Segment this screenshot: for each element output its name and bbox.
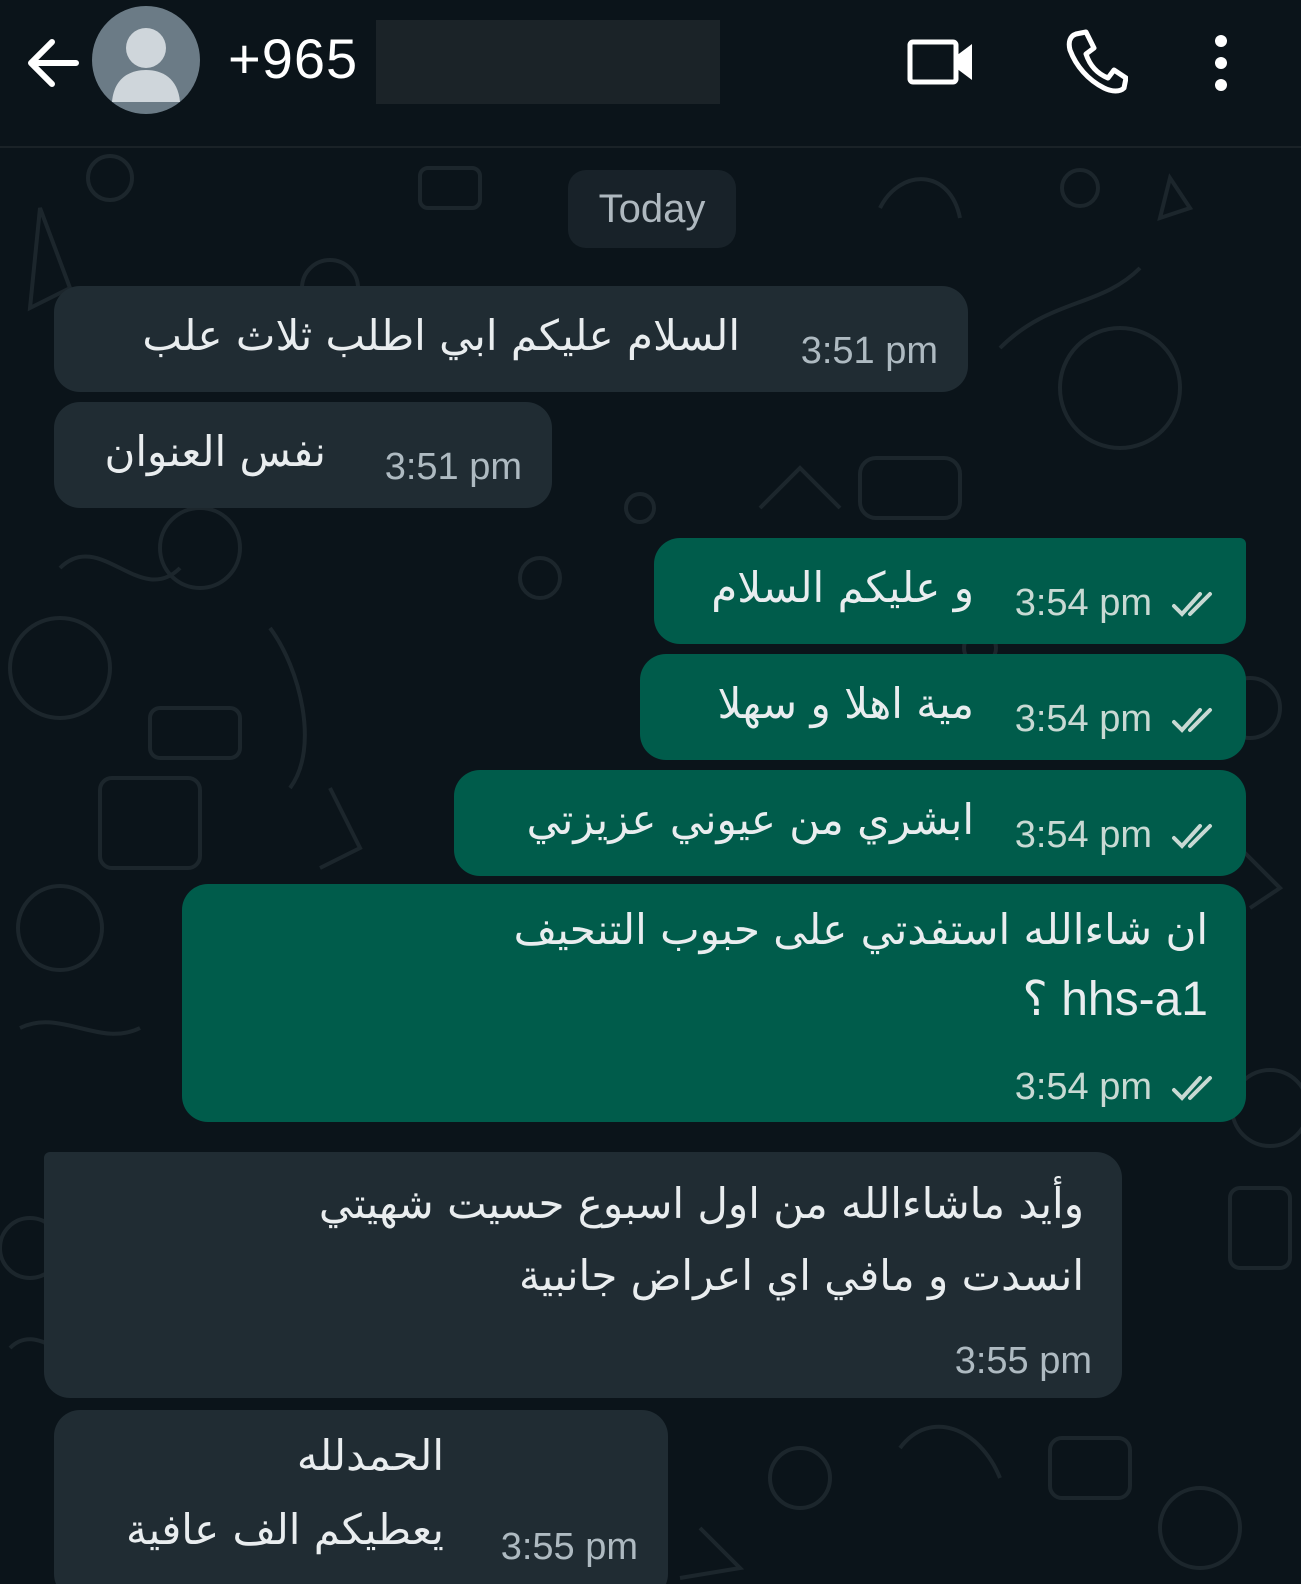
incoming-message[interactable]: نفس العنوان 3:51 pm: [54, 402, 552, 508]
outgoing-message[interactable]: و عليكم السلام 3:54 pm: [654, 538, 1246, 644]
voice-call-button[interactable]: [1064, 26, 1129, 96]
incoming-message[interactable]: وأيد ماشاءالله من اول اسبوع حسيت شهيتي ا…: [44, 1152, 1122, 1398]
message-text: يعطيكم الف عافية: [126, 1505, 444, 1554]
phone-icon: [1066, 29, 1129, 94]
date-separator: Today: [568, 170, 736, 248]
message-text: انسدت و مافي اي اعراض جانبية: [518, 1251, 1084, 1300]
outgoing-message[interactable]: ابشري من عيوني عزيزتي 3:54 pm: [454, 770, 1246, 876]
message-text: السلام عليكم ابي اطلب ثلاث علب: [142, 311, 740, 360]
contact-name[interactable]: +965: [228, 26, 358, 91]
message-text: ان شاءالله استفدتي على حبوب التنحيف: [513, 905, 1208, 954]
read-receipt-icon: [1172, 1076, 1212, 1101]
arrow-left-icon: [28, 39, 79, 87]
more-options-button[interactable]: [1206, 32, 1236, 94]
contact-avatar[interactable]: [92, 6, 200, 114]
message-text: الحمدلله: [296, 1431, 444, 1480]
default-avatar-icon: [112, 28, 180, 102]
message-text: و عليكم السلام: [711, 563, 974, 612]
read-receipt-icon: [1172, 708, 1212, 733]
message-time: 3:55 pm: [500, 1526, 638, 1568]
back-button[interactable]: [20, 30, 86, 96]
redacted-number-block: [376, 20, 720, 104]
incoming-message[interactable]: الحمدلله يعطيكم الف عافية 3:55 pm: [54, 1410, 668, 1584]
chat-area[interactable]: Today السلام عليكم ابي اطلب ثلاث علب 3:5…: [0, 148, 1301, 1584]
incoming-message[interactable]: السلام عليكم ابي اطلب ثلاث علب 3:51 pm: [54, 286, 968, 392]
message-time: 3:54 pm: [1014, 814, 1152, 856]
read-receipt-icon: [1172, 592, 1212, 617]
message-text: وأيد ماشاءالله من اول اسبوع حسيت شهيتي: [318, 1179, 1084, 1228]
message-time: 3:51 pm: [800, 330, 938, 372]
message-time: 3:54 pm: [1014, 582, 1152, 624]
message-time: 3:54 pm: [1014, 698, 1152, 740]
message-text: ابشري من عيوني عزيزتي: [526, 795, 974, 844]
message-text: hhs-a1 ؟: [1022, 973, 1208, 1026]
read-receipt-icon: [1172, 824, 1212, 849]
more-vertical-icon: [1215, 35, 1227, 91]
video-camera-icon: [907, 39, 972, 85]
chat-header: +965: [0, 0, 1301, 148]
outgoing-message[interactable]: مية اهلا و سهلا 3:54 pm: [640, 654, 1246, 760]
message-time: 3:55 pm: [954, 1340, 1092, 1382]
message-text: مية اهلا و سهلا: [717, 679, 974, 728]
video-call-button[interactable]: [906, 30, 978, 94]
message-time: 3:54 pm: [1014, 1066, 1152, 1108]
message-time: 3:51 pm: [384, 446, 522, 488]
message-text: نفس العنوان: [104, 427, 326, 476]
outgoing-message[interactable]: ان شاءالله استفدتي على حبوب التنحيف hhs-…: [182, 884, 1246, 1122]
